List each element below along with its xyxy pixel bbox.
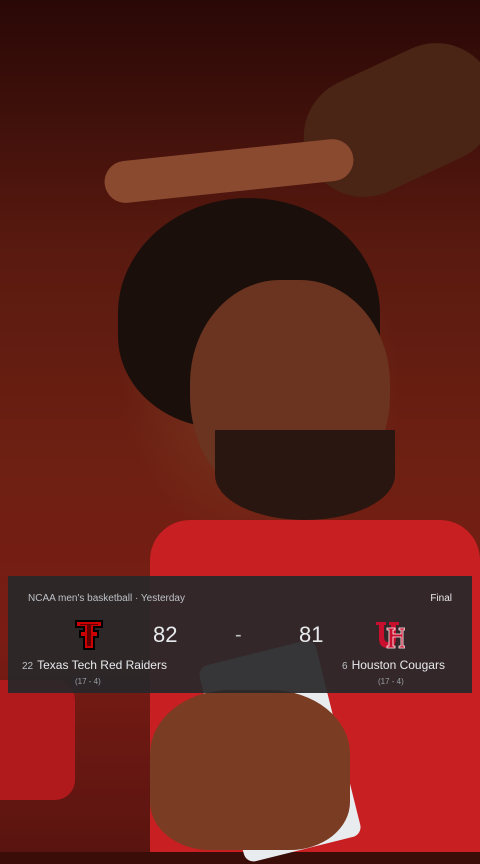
home-team-name: Texas Tech Red Raiders	[37, 658, 167, 672]
raised-arm	[284, 23, 480, 217]
hand-over-head	[102, 137, 356, 205]
teammate-sleeve	[0, 680, 75, 800]
away-team-name: Houston Cougars	[351, 658, 445, 672]
score-separator: -	[235, 624, 242, 646]
game-score-card[interactable]: NCAA men's basketball · Yesterday Final …	[8, 576, 472, 693]
league-date-label: NCAA men's basketball · Yesterday	[28, 593, 185, 604]
game-status: Final	[430, 593, 452, 604]
home-team-rank: 22	[22, 661, 34, 672]
away-team-rank: 6	[342, 661, 348, 672]
home-score: 82	[153, 622, 178, 647]
houston-logo-icon	[375, 618, 405, 652]
player-hand	[150, 690, 350, 850]
texas-tech-logo-icon	[74, 618, 104, 652]
background-video-frame	[0, 0, 480, 864]
away-score: 81	[299, 622, 324, 647]
away-team-record: (17 - 4)	[378, 677, 404, 686]
home-team-record: (17 - 4)	[75, 677, 101, 686]
home-team[interactable]: 22 Texas Tech Red Raiders	[22, 658, 167, 672]
player-beard	[215, 430, 395, 520]
away-team[interactable]: 6 Houston Cougars	[342, 658, 445, 672]
